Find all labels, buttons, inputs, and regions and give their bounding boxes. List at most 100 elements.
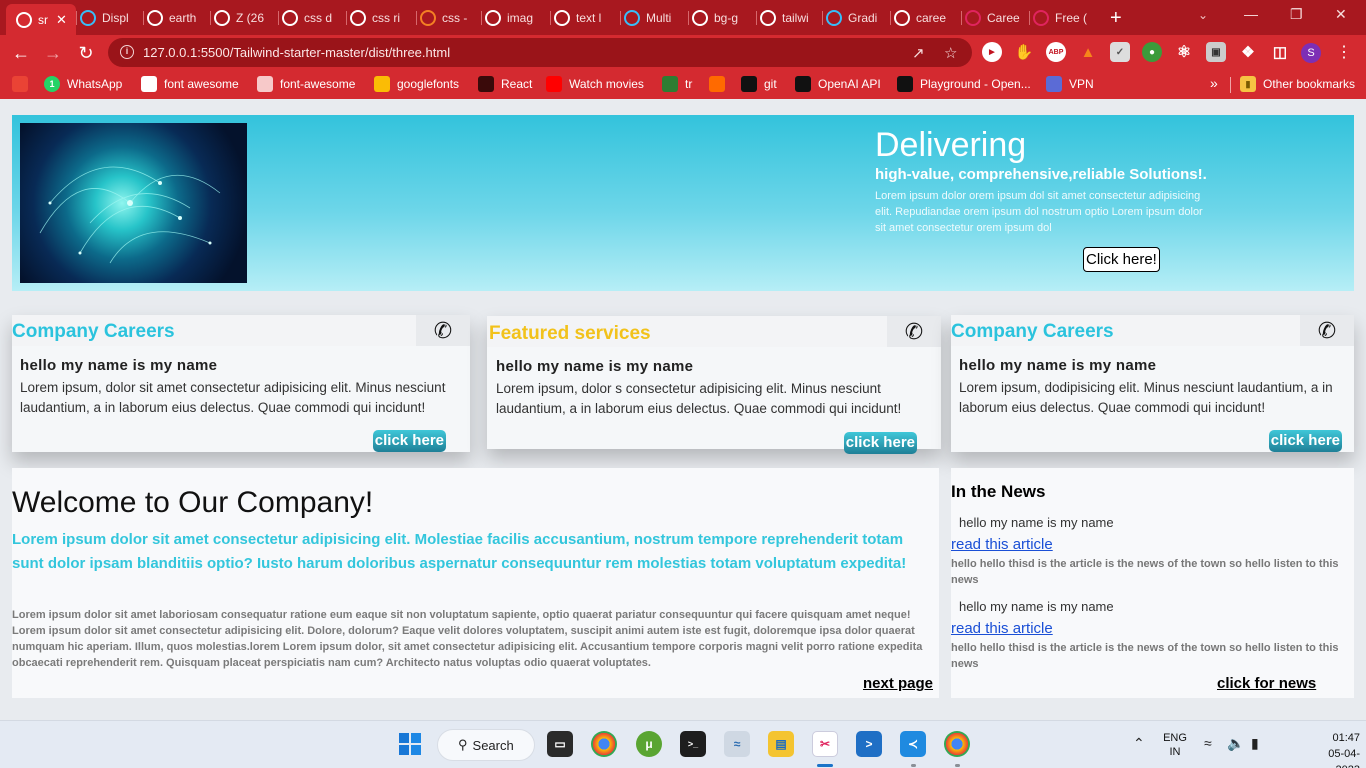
performance-monitor-icon[interactable]: ≈	[724, 731, 750, 757]
clock[interactable]: 01:47 05-04-2023	[1304, 730, 1360, 768]
extension-image-icon[interactable]: ▣	[1206, 42, 1226, 62]
tab-label: css ri	[372, 10, 400, 25]
chrome-profile-icon[interactable]	[944, 731, 970, 757]
powershell-icon[interactable]: >	[856, 731, 882, 757]
card-click-button[interactable]: click here	[843, 432, 917, 454]
read-article-link[interactable]: read this article	[951, 536, 1053, 553]
hero-click-button[interactable]: Click here!	[1083, 247, 1160, 272]
browser-tab[interactable]: imag	[485, 6, 545, 29]
browser-tab[interactable]: earth	[147, 6, 207, 29]
minimize-icon[interactable]: —	[1244, 6, 1258, 22]
close-window-icon[interactable]: ✕	[1335, 6, 1347, 23]
browser-tab[interactable]: caree	[894, 6, 954, 29]
extension-media-icon[interactable]: ►	[982, 42, 1002, 62]
forward-icon[interactable]: →	[42, 42, 64, 64]
welcome-title: Welcome to Our Company!	[12, 486, 374, 519]
metamask-icon[interactable]: ▲	[1078, 42, 1098, 62]
tab-search-chevron-icon[interactable]: ⌄	[1198, 8, 1208, 22]
utorrent-icon[interactable]: μ	[636, 731, 662, 757]
task-view-icon[interactable]: ▭	[547, 731, 573, 757]
browser-tab[interactable]: Multi	[624, 6, 684, 29]
new-tab-button[interactable]: +	[1110, 7, 1122, 30]
file-explorer-icon[interactable]: ▤	[768, 731, 794, 757]
chrome-logo-icon	[214, 9, 230, 26]
tab-label: text l	[576, 10, 602, 25]
browser-tab[interactable]: Free (	[1033, 6, 1093, 29]
chrome-icon[interactable]	[591, 731, 617, 757]
browser-tab[interactable]: Z (26	[214, 6, 274, 29]
share-icon[interactable]: ↗	[912, 44, 925, 62]
windows-start-icon[interactable]	[397, 731, 423, 757]
taskbar-search[interactable]: ⚲ Search	[437, 729, 535, 761]
extension-check-icon[interactable]: ✓	[1110, 42, 1130, 62]
bookmark-item[interactable]: Watch movies	[546, 76, 644, 92]
click-for-news-link[interactable]: click for news	[1217, 675, 1316, 692]
hero-subtitle: high-value, comprehensive,reliable Solut…	[875, 166, 1207, 183]
tailwind-logo-icon	[624, 9, 640, 26]
browser-tab[interactable]: tailwi	[760, 6, 820, 29]
other-bookmarks[interactable]: ▮ Other bookmarks	[1240, 76, 1355, 92]
card-name: hello my name is my name	[20, 357, 218, 374]
bookmark-item[interactable]: font-awesome	[257, 76, 355, 92]
wifi-icon[interactable]: ≈	[1204, 735, 1212, 751]
bookmark-item[interactable]: VPN	[1046, 76, 1094, 92]
profile-avatar[interactable]: S	[1301, 43, 1321, 63]
bookmark-star-icon[interactable]: ☆	[944, 44, 957, 62]
earth-network-image	[20, 123, 247, 283]
back-icon[interactable]: ←	[10, 42, 32, 64]
extension-hand-icon[interactable]: ✋	[1014, 42, 1034, 62]
react-devtools-icon[interactable]: ⚛	[1174, 42, 1194, 62]
browser-tab[interactable]: Caree	[965, 6, 1025, 29]
menu-kebab-icon[interactable]: ⋮	[1336, 42, 1352, 62]
browser-tab[interactable]: text l	[554, 6, 614, 29]
restore-icon[interactable]: ❐	[1290, 6, 1303, 23]
address-bar[interactable]: i 127.0.0.1:5500/Tailwind-starter-master…	[108, 38, 972, 67]
snipping-tool-icon[interactable]: ✂	[812, 731, 838, 757]
browser-tab[interactable]: Displ	[80, 6, 140, 29]
language-indicator[interactable]: ENG IN	[1160, 731, 1190, 759]
card-title: Company Careers	[951, 321, 1114, 342]
google-logo-icon	[692, 9, 708, 26]
bookmark-item[interactable]: font awesome	[141, 76, 239, 92]
bookmark-item[interactable]: googlefonts	[374, 76, 459, 92]
bookmark-item[interactable]: tr	[662, 76, 692, 92]
card-click-button[interactable]: click here	[1268, 430, 1342, 452]
site-info-icon[interactable]: i	[120, 45, 134, 59]
extensions-puzzle-icon[interactable]: ❖	[1238, 42, 1258, 62]
next-page-link[interactable]: next page	[863, 675, 933, 692]
browser-tab[interactable]: Gradi	[826, 6, 886, 29]
bookmark-label: Playground - Open...	[920, 77, 1031, 91]
side-panel-icon[interactable]: ◫	[1270, 42, 1290, 62]
volume-icon[interactable]: 🔈	[1227, 735, 1244, 752]
bookmark-item[interactable]: React	[478, 76, 532, 92]
tray-chevron-icon[interactable]: ⌃	[1133, 735, 1145, 752]
extension-globe-icon[interactable]: ●	[1142, 42, 1162, 62]
bookmark-item[interactable]	[709, 76, 732, 92]
read-article-link[interactable]: read this article	[951, 620, 1053, 637]
browser-tab[interactable]: css -	[420, 6, 476, 29]
browser-tab[interactable]: css d	[282, 6, 342, 29]
google-logo-icon	[485, 9, 501, 26]
browser-tab[interactable]: css ri	[350, 6, 410, 29]
bookmark-item[interactable]	[12, 76, 35, 92]
browser-toolbar: ← → ↻ i 127.0.0.1:5500/Tailwind-starter-…	[0, 35, 1366, 70]
vscode-icon[interactable]: ≺	[900, 731, 926, 757]
terminal-icon[interactable]: >_	[680, 731, 706, 757]
reload-icon[interactable]: ↻	[75, 42, 97, 64]
bookmarks-more-chevron[interactable]: »	[1210, 75, 1218, 91]
close-tab-icon[interactable]: ✕	[56, 12, 67, 28]
hero-title: Delivering	[875, 126, 1027, 164]
battery-icon[interactable]: ▮	[1251, 735, 1259, 752]
bookmark-item[interactable]: git	[741, 76, 777, 92]
browser-tab[interactable]: bg-g	[692, 6, 752, 29]
url-text[interactable]: 127.0.0.1:5500/Tailwind-starter-master/d…	[143, 45, 450, 60]
bookmark-label: tr	[685, 77, 693, 91]
bookmark-item[interactable]: Playground - Open...	[897, 76, 1031, 92]
card-click-button[interactable]: click here	[372, 430, 446, 452]
bookmark-item[interactable]: 1 WhatsApp	[44, 76, 122, 92]
browser-tab[interactable]: sr ✕	[6, 4, 76, 35]
adblock-icon[interactable]: ABP	[1046, 42, 1066, 62]
welcome-section: Welcome to Our Company! Lorem ipsum dolo…	[12, 468, 939, 698]
hero-text-block: Delivering high-value, comprehensive,rel…	[875, 125, 1335, 236]
bookmark-item[interactable]: OpenAI API	[795, 76, 881, 92]
